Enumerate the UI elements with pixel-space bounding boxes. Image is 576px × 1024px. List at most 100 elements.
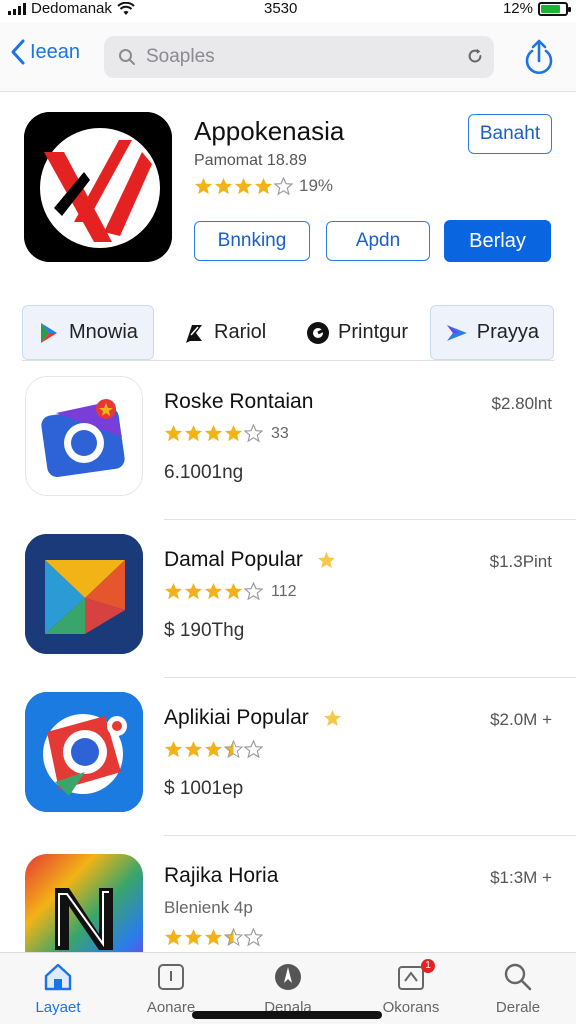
- battery-percent: 12%: [502, 0, 533, 17]
- item-rating: [164, 740, 271, 759]
- tab-label: Layaet: [35, 999, 81, 1016]
- tab-denala[interactable]: Denala: [238, 961, 338, 1016]
- star-empty-icon: [244, 424, 263, 443]
- app-subtitle: Pamomat 18.89: [194, 152, 307, 169]
- star-full-icon: [164, 582, 183, 600]
- category-tabs: Mnowia Rariol Printgur Prayya: [22, 305, 554, 361]
- tab-mnowia[interactable]: Mnowia: [22, 305, 154, 360]
- star-empty-icon: [244, 582, 263, 601]
- app-title: Appokenasia: [194, 116, 345, 146]
- item-rating: [164, 928, 263, 947]
- tab-label: Printgur: [338, 321, 409, 343]
- item-rating: 112: [164, 582, 297, 601]
- item-rating: 33: [164, 424, 289, 443]
- rating-stars: [164, 740, 263, 759]
- lens-icon: [25, 692, 143, 812]
- back-button[interactable]: Ieean: [10, 39, 80, 65]
- rating-count: 112: [271, 582, 297, 600]
- flag-icon: [186, 324, 202, 343]
- tab-okorans[interactable]: 1 Okorans: [361, 959, 461, 1016]
- star-full-icon: [194, 177, 213, 194]
- berlay-button[interactable]: Berlay: [444, 220, 551, 262]
- star-full-icon: [164, 740, 183, 758]
- star-half-icon: [224, 740, 243, 759]
- search-input[interactable]: [146, 46, 446, 68]
- list-item[interactable]: Aplikiai Popular $2.0M + $ 1001ep: [0, 678, 576, 836]
- rating-stars: [164, 582, 263, 601]
- app-header: Appokenasia Pamomat 18.89 19% Banaht Bnn…: [0, 92, 576, 302]
- tab-aonare[interactable]: Aonare: [121, 961, 221, 1016]
- star-full-icon: [164, 928, 183, 946]
- tab-derale[interactable]: Derale: [468, 961, 568, 1016]
- home-indicator: [192, 1011, 382, 1019]
- share-icon[interactable]: [522, 37, 556, 77]
- list-item[interactable]: Damal Popular $1.3Pint 112 $ 190Thg: [0, 520, 576, 678]
- tab-label: Prayya: [476, 321, 539, 343]
- star-full-icon: [204, 424, 223, 442]
- kite-icon: [25, 534, 143, 654]
- star-full-icon: [164, 424, 183, 442]
- carrier-name: Dedomanak: [31, 0, 112, 17]
- navigation-bar: Ieean: [0, 22, 576, 92]
- star-full-icon: [204, 740, 223, 758]
- star-empty-icon: [274, 176, 293, 195]
- tab-layaet[interactable]: Layaet: [8, 961, 108, 1016]
- play-triangle-icon: [41, 322, 57, 343]
- rating-stars: [164, 928, 263, 947]
- featured-star-icon: [323, 709, 341, 726]
- home-icon: [44, 963, 72, 991]
- app-icon: [24, 112, 172, 262]
- item-price: $1:3M +: [490, 868, 552, 887]
- notification-badge: 1: [421, 959, 435, 973]
- status-bar: Dedomanak 3530 12%: [0, 0, 576, 22]
- top-action-button[interactable]: Banaht: [468, 114, 552, 154]
- list-item[interactable]: Roske Rontaian $2.80lnt 33 6.1001ng: [0, 362, 576, 520]
- arrow-chevron-icon: [446, 324, 467, 341]
- star-full-icon: [224, 424, 243, 442]
- item-price: $1.3Pint: [489, 552, 552, 571]
- record-icon: [307, 321, 329, 344]
- star-full-icon: [254, 177, 273, 194]
- star-full-icon: [224, 582, 243, 600]
- item-title: Roske Rontaian: [164, 390, 314, 413]
- star-full-icon: [204, 582, 223, 600]
- bnnking-button[interactable]: Bnnking: [194, 221, 310, 261]
- star-full-icon: [184, 928, 203, 946]
- featured-star-icon: [317, 551, 335, 568]
- star-full-icon: [184, 740, 203, 758]
- star-full-icon: [204, 928, 223, 946]
- signal-icon: [8, 2, 26, 15]
- star-full-icon: [184, 424, 203, 442]
- star-full-icon: [234, 177, 253, 194]
- tab-label: Derale: [495, 999, 541, 1016]
- item-price: $2.0M +: [490, 710, 552, 729]
- rating-stars: [164, 424, 263, 443]
- wifi-icon: [117, 1, 135, 15]
- app-logo-icon: [24, 112, 172, 262]
- item-price: $2.80lnt: [491, 394, 553, 413]
- back-label: Ieean: [30, 40, 81, 63]
- tab-printgur[interactable]: Printgur: [306, 305, 408, 360]
- tab-label: Mnowia: [69, 321, 138, 343]
- rating-count: 33: [271, 424, 289, 442]
- app-rating: 19%: [194, 176, 333, 196]
- item-title: Aplikiai Popular: [164, 706, 342, 730]
- tab-prayya[interactable]: Prayya: [430, 305, 554, 360]
- star-empty-icon: [244, 928, 263, 947]
- search-icon: [504, 963, 532, 991]
- search-icon: [119, 49, 135, 65]
- tab-rariol[interactable]: Rariol: [182, 305, 266, 360]
- camera-icon: [25, 376, 143, 496]
- item-developer: Blenienk 4p: [164, 898, 253, 917]
- rating-count: 19%: [299, 176, 334, 195]
- reload-icon[interactable]: [466, 47, 484, 65]
- compass-icon: [275, 964, 301, 990]
- star-half-icon: [224, 928, 243, 947]
- search-bar[interactable]: [104, 36, 494, 78]
- apdn-button[interactable]: Apdn: [326, 221, 430, 261]
- item-size: $ 1001ep: [164, 778, 244, 799]
- carrier-group: Dedomanak: [8, 0, 135, 17]
- battery-icon: [538, 1, 571, 16]
- item-title: Damal Popular: [164, 548, 336, 572]
- item-size: 6.1001ng: [164, 462, 244, 483]
